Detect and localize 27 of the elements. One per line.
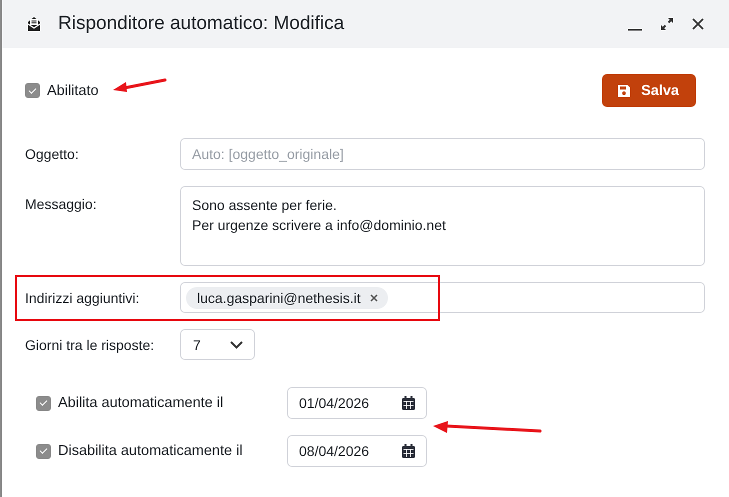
maximize-icon[interactable]: [659, 16, 675, 32]
annotation-arrow: [112, 77, 168, 93]
chevron-down-icon: [230, 340, 243, 348]
date-field[interactable]: 01/04/2026: [287, 387, 427, 419]
checkbox[interactable]: [25, 83, 40, 98]
subject-field[interactable]: Auto: [oggetto_originale]: [180, 138, 705, 170]
checkbox[interactable]: [36, 396, 51, 410]
close-icon[interactable]: [691, 17, 705, 31]
checkbox[interactable]: [36, 444, 51, 458]
date-field[interactable]: 08/04/2026: [287, 435, 427, 467]
calendar-icon: [402, 396, 415, 410]
recipients-field[interactable]: luca.gasparini@nethesis.it: [180, 282, 705, 313]
field-label: Oggetto:: [25, 146, 80, 162]
checkbox-label: Abilita automaticamente il: [58, 395, 224, 411]
calendar-icon: [402, 444, 415, 458]
field-label: Giorni tra le risposte:: [25, 336, 156, 352]
field-label: Indirizzi aggiuntivi:: [25, 290, 140, 306]
recipient-tag[interactable]: luca.gasparini@nethesis.it: [186, 286, 388, 308]
remove-icon[interactable]: [370, 294, 378, 302]
save-button[interactable]: Salva: [602, 74, 696, 107]
window-title: Risponditore automatico: Modifica: [58, 13, 346, 35]
field-label: Messaggio:: [25, 195, 98, 212]
checkbox-label: Abilitato: [47, 82, 99, 98]
days-dropdown[interactable]: 7: [180, 329, 255, 360]
envelope-icon: [26, 16, 42, 32]
checkbox-label: Disabilita automaticamente il: [58, 443, 243, 459]
message-field[interactable]: Sono assente per ferie. Per urgenze scrivere a info@dominio.net: [180, 186, 705, 266]
